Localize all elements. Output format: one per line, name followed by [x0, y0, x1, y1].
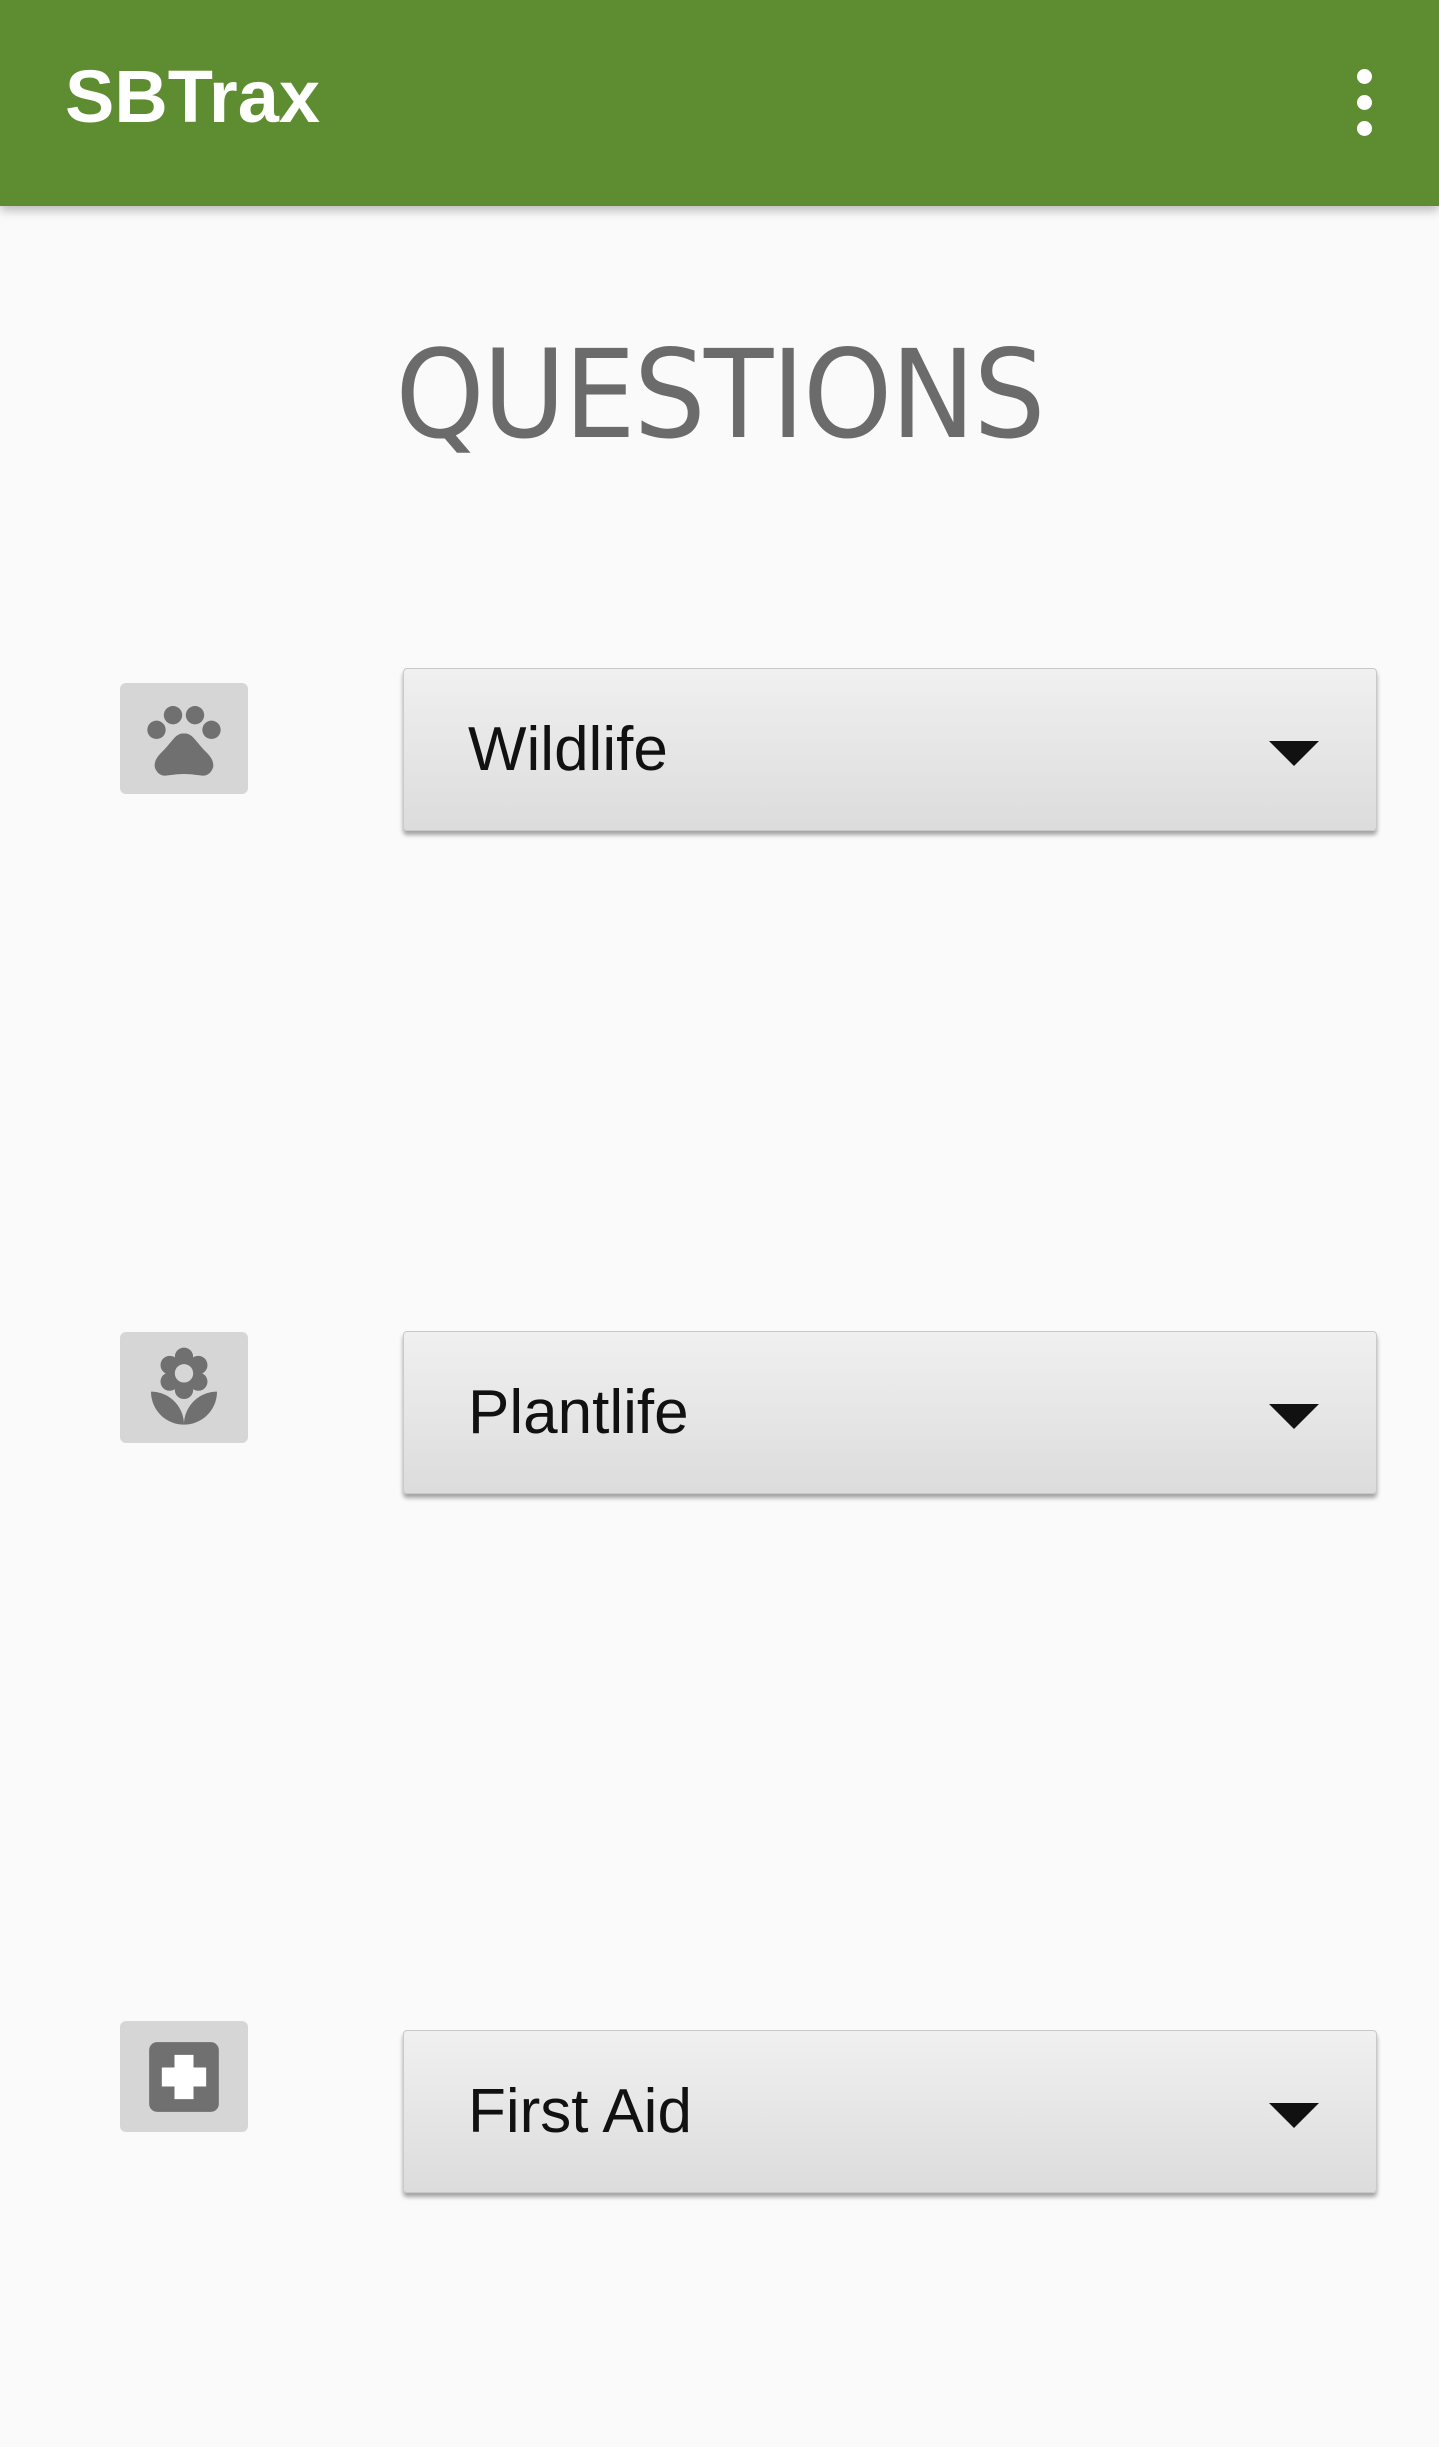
app-title: SBTrax: [65, 55, 321, 138]
dropdown-arrow-icon: [1269, 1404, 1319, 1429]
paw-icon: [120, 683, 248, 794]
page-title: QUESTIONS: [395, 324, 1045, 466]
dropdown-selected-value: Wildlife: [468, 715, 668, 784]
first-aid-dropdown[interactable]: First Aid: [403, 2030, 1377, 2193]
overflow-dot: [1356, 68, 1372, 84]
dropdown-arrow-icon: [1269, 741, 1319, 766]
overflow-dot: [1356, 120, 1372, 136]
flower-icon: [120, 1332, 248, 1443]
wildlife-dropdown[interactable]: Wildlife: [403, 668, 1377, 831]
dropdown-selected-value: Plantlife: [468, 1378, 689, 1447]
plantlife-dropdown[interactable]: Plantlife: [403, 1331, 1377, 1494]
more-vert-icon[interactable]: [1329, 52, 1399, 152]
dropdown-selected-value: First Aid: [468, 2077, 692, 2146]
overflow-dot: [1356, 94, 1372, 110]
first-aid-icon: [120, 2021, 248, 2132]
dropdown-arrow-icon: [1269, 2103, 1319, 2128]
app-bar: SBTrax: [0, 0, 1439, 206]
